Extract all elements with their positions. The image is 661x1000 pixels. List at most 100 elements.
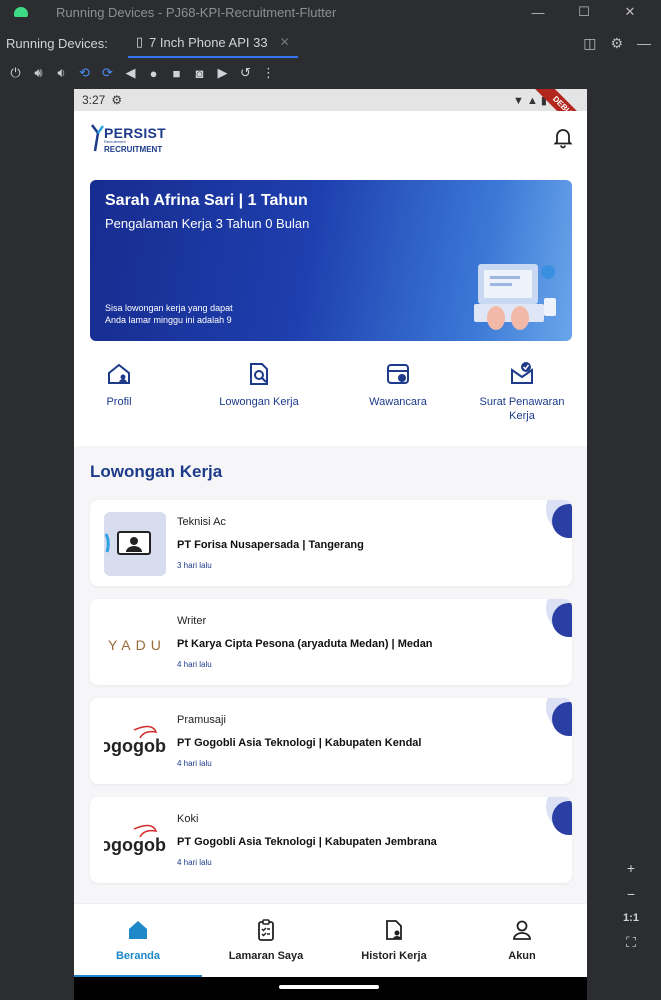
- nav-beranda[interactable]: Beranda: [74, 904, 202, 977]
- zoom-in-icon[interactable]: +: [627, 860, 635, 876]
- profile-banner[interactable]: Sarah Afrina Sari | 1 Tahun Pengalaman K…: [90, 180, 572, 341]
- device-toolbar: ⏻ 🔊︎ 🔉︎ ⟲ ⟳ ◀ ● ■ ◙ ▶ ↺ ⋮: [0, 60, 661, 86]
- calendar-user-icon: [387, 364, 409, 384]
- minimize-button[interactable]: —: [515, 0, 561, 24]
- job-company: PT Gogobli Asia Teknologi | Kabupaten Ke…: [177, 737, 422, 749]
- user-name-line: Sarah Afrina Sari | 1 Tahun: [105, 192, 308, 209]
- rotate-left-icon[interactable]: ⟲: [73, 65, 96, 81]
- menu-label: Wawancara: [369, 396, 427, 408]
- phone-icon: ▯: [135, 34, 144, 49]
- overview-icon[interactable]: ■: [165, 66, 188, 81]
- menu-label: Lowongan Kerja: [219, 396, 299, 408]
- running-devices-tabbar: Running Devices: ▯ 7 Inch Phone API 33 ✕…: [0, 28, 661, 58]
- minimize-panel-icon[interactable]: —: [637, 35, 651, 52]
- home-button-icon[interactable]: ●: [142, 66, 165, 81]
- volume-down-icon[interactable]: 🔉︎: [50, 65, 73, 81]
- job-position: Pramusaji: [177, 714, 226, 726]
- more-icon[interactable]: ⋮: [257, 65, 280, 81]
- document-user-icon: [386, 920, 402, 940]
- card-decor: [552, 702, 572, 736]
- brand-tagline: Recruitment: [104, 139, 126, 144]
- bottom-navigation: Beranda Lamaran Saya Histori Kerja Akun: [74, 903, 587, 977]
- menu-item-wawancara[interactable]: Wawancara: [348, 351, 448, 446]
- zoom-controls: + − 1:1 ⛶: [616, 856, 646, 972]
- job-posted: 3 hari lalu: [177, 561, 212, 570]
- nav-label: Lamaran Saya: [228, 950, 304, 962]
- android-icon: [14, 7, 28, 17]
- fit-screen-icon[interactable]: ⛶: [626, 934, 636, 951]
- job-card[interactable]: ogogobli Pramusaji PT Gogobli Asia Tekno…: [90, 698, 572, 784]
- history-icon[interactable]: ↺: [234, 65, 257, 81]
- house-user-icon: [108, 363, 130, 384]
- menu-item-surat[interactable]: Surat Penawaran Kerja: [470, 351, 574, 446]
- power-icon[interactable]: ⏻: [4, 65, 27, 81]
- status-bar: 3:27 ⚙ ▼ ▲ ▮: [74, 89, 587, 111]
- card-decor: [552, 603, 572, 637]
- gear-icon[interactable]: ⚙: [610, 35, 623, 52]
- gesture-pill[interactable]: [279, 985, 379, 989]
- settings-status-icon: ⚙: [111, 93, 123, 107]
- user-icon: [513, 920, 531, 940]
- job-posted: 4 hari lalu: [177, 660, 212, 669]
- camera-icon[interactable]: ◙: [188, 66, 211, 81]
- job-card[interactable]: ogogobli Koki PT Gogobli Asia Teknologi …: [90, 797, 572, 883]
- remaining-line-1: Sisa lowongan kerja yang dapat: [105, 303, 233, 313]
- system-nav-bar: [74, 977, 587, 1000]
- status-time: 3:27: [82, 93, 106, 107]
- back-icon[interactable]: ◀: [119, 65, 142, 81]
- job-posted: 4 hari lalu: [177, 858, 212, 867]
- window-title: Running Devices - PJ68-KPI-Recruitment-F…: [56, 4, 337, 20]
- brand-sub: RECRUITMENT: [104, 145, 163, 154]
- device-screen: 3:27 ⚙ ▼ ▲ ▮ DEBUG PERSIST Recruitment R…: [74, 89, 587, 1000]
- job-position: Teknisi Ac: [177, 516, 226, 528]
- nav-akun[interactable]: Akun: [458, 904, 586, 977]
- job-company: Pt Karya Cipta Pesona (aryaduta Medan) |…: [177, 638, 433, 650]
- remaining-quota-text: Sisa lowongan kerja yang dapat Anda lama…: [105, 302, 285, 326]
- section-title: Lowongan Kerja: [90, 462, 223, 481]
- rotate-right-icon[interactable]: ⟳: [96, 65, 119, 81]
- bell-icon[interactable]: [551, 125, 575, 149]
- company-logo: YADU: [104, 611, 166, 675]
- remaining-line-2: Anda lamar minggu ini adalah 9: [105, 315, 232, 325]
- logo-text: YADU: [108, 637, 166, 653]
- card-decor: [552, 801, 572, 835]
- document-search-icon: [250, 363, 268, 385]
- nav-label: Akun: [508, 950, 536, 962]
- panel-label: Running Devices:: [6, 35, 108, 51]
- job-card[interactable]: YADU Writer Pt Karya Cipta Pesona (aryad…: [90, 599, 572, 685]
- nav-label: Beranda: [115, 950, 161, 962]
- company-logo: ogogobli: [104, 809, 166, 873]
- close-tab-icon[interactable]: ✕: [280, 35, 290, 49]
- zoom-out-icon[interactable]: −: [627, 886, 635, 902]
- home-icon: [129, 921, 147, 939]
- logo-text: ogogobli: [104, 835, 166, 855]
- nav-histori[interactable]: Histori Kerja: [330, 904, 458, 977]
- logo-mark-icon: [91, 124, 104, 152]
- tab-device[interactable]: ▯ 7 Inch Phone API 33 ✕: [127, 28, 298, 58]
- menu-item-lowongan[interactable]: Lowongan Kerja: [184, 351, 334, 446]
- volume-up-icon[interactable]: 🔊︎: [27, 65, 50, 81]
- job-company: PT Forisa Nusapersada | Tangerang: [177, 539, 364, 551]
- menu-item-profil[interactable]: Profil: [74, 351, 164, 446]
- company-logo: [104, 512, 166, 576]
- nav-lamaran[interactable]: Lamaran Saya: [202, 904, 330, 977]
- close-window-button[interactable]: ✕: [607, 0, 653, 24]
- job-posted: 4 hari lalu: [177, 759, 212, 768]
- job-company: PT Gogobli Asia Teknologi | Kabupaten Je…: [177, 836, 437, 848]
- logo-text: ogogobli: [104, 736, 166, 756]
- app-header: PERSIST Recruitment RECRUITMENT: [74, 111, 587, 171]
- quick-menu: Profil Lowongan Kerja Wawancara Surat Pe…: [74, 351, 587, 446]
- job-position: Writer: [177, 615, 207, 627]
- job-card[interactable]: Teknisi Ac PT Forisa Nusapersada | Tange…: [90, 500, 572, 586]
- nav-label: Histori Kerja: [361, 950, 427, 962]
- device-tab-label: 7 Inch Phone API 33: [149, 34, 268, 50]
- layout-icon[interactable]: ◫: [583, 35, 596, 52]
- zoom-actual-size[interactable]: 1:1: [623, 912, 639, 924]
- experience-text: Pengalaman Kerja 3 Tahun 0 Bulan: [105, 216, 310, 231]
- menu-label: Profil: [106, 396, 132, 408]
- maximize-button[interactable]: ☐: [561, 0, 607, 24]
- job-position: Koki: [177, 813, 199, 825]
- mail-check-icon: [511, 362, 533, 384]
- persist-logo: PERSIST Recruitment RECRUITMENT: [90, 123, 170, 157]
- video-icon[interactable]: ▶: [211, 65, 234, 81]
